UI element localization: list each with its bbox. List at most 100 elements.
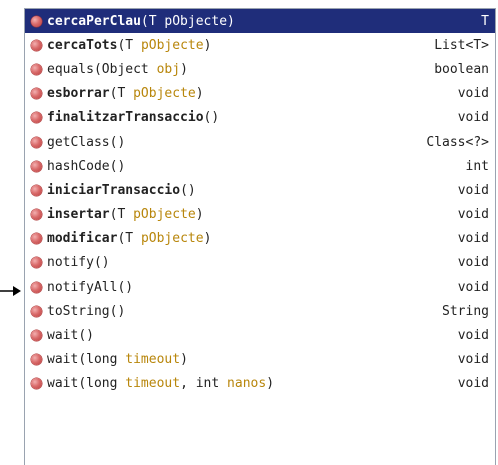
param-name: pObjecte — [140, 37, 204, 53]
paren-open: ( — [78, 376, 87, 392]
method-name: getClass — [47, 134, 110, 150]
method-signature: notify() — [47, 255, 458, 270]
paren-close: ) — [195, 86, 204, 102]
method-name: esborrar — [47, 86, 110, 102]
return-type: void — [457, 328, 489, 344]
completion-item-hashcode[interactable]: hashCode() int — [25, 154, 495, 178]
return-type: void — [457, 279, 489, 295]
code-completion-popup[interactable]: cercaPerClau(T pObjecte) TcercaTots(T pOb… — [24, 8, 496, 465]
method-signature: esborrar(T pObjecte) — [47, 86, 458, 101]
method-icon — [31, 257, 42, 269]
param-name: obj — [156, 61, 181, 77]
return-type: void — [457, 110, 489, 126]
method-name: cercaTots — [47, 37, 118, 53]
completion-item-finalitzartransaccio[interactable]: finalitzarTransaccio() void — [25, 106, 495, 130]
paren-open: ( — [78, 328, 87, 344]
paren-close: ) — [180, 61, 188, 77]
method-icon — [31, 136, 42, 148]
method-signature: insertar(T pObjecte) — [47, 207, 458, 222]
paren-open: ( — [78, 352, 87, 368]
method-name: insertar — [47, 207, 110, 223]
method-icon — [31, 112, 42, 124]
return-type: void — [457, 86, 489, 102]
paren-close: ) — [86, 328, 94, 344]
completion-item-cercaperclau[interactable]: cercaPerClau(T pObjecte) T — [25, 9, 495, 34]
completion-item-wait[interactable]: wait(long timeout, int nanos) void — [25, 372, 495, 396]
param-name: nanos — [227, 376, 267, 392]
param-type: int — [195, 376, 228, 392]
return-type: T — [481, 13, 489, 29]
method-icon — [31, 209, 42, 221]
completion-item-cercatots[interactable]: cercaTots(T pObjecte) List<T> — [25, 33, 495, 57]
paren-close: ) — [101, 255, 110, 271]
completion-item-wait[interactable]: wait(long timeout) void — [25, 348, 495, 372]
completion-item-modificar[interactable]: modificar(T pObjecte) void — [25, 227, 495, 251]
return-type: void — [457, 231, 489, 247]
return-type: int — [465, 158, 489, 174]
paren-close: ) — [125, 279, 134, 295]
method-icon — [31, 330, 42, 342]
method-name: wait — [47, 352, 79, 368]
return-type: Class<?> — [426, 134, 489, 150]
method-signature: finalitzarTransaccio() — [47, 110, 458, 125]
return-type: void — [457, 376, 489, 392]
paren-open: ( — [180, 182, 188, 198]
method-signature: notifyAll() — [47, 280, 458, 295]
method-icon — [31, 88, 42, 100]
method-signature: wait() — [47, 328, 458, 343]
param-type: T — [125, 231, 141, 247]
method-name: hashCode — [47, 158, 110, 174]
method-name: wait — [47, 376, 79, 392]
method-name: wait — [47, 328, 79, 344]
screenshot-stage: cercaPerClau(T pObjecte) TcercaTots(T pOb… — [0, 0, 498, 465]
paren-close: ) — [117, 158, 126, 174]
return-type: void — [457, 352, 489, 368]
return-type: void — [457, 182, 489, 198]
completion-item-tostring[interactable]: toString() String — [25, 299, 495, 323]
method-signature: cercaPerClau(T pObjecte) — [47, 14, 481, 29]
param-type: long — [86, 352, 126, 368]
param-name: timeout — [125, 352, 181, 368]
return-type: void — [457, 207, 489, 223]
param-name: pObjecte — [164, 13, 228, 29]
param-name: pObjecte — [140, 231, 204, 247]
completion-item-iniciartransaccio[interactable]: iniciarTransaccio() void — [25, 178, 495, 202]
paren-open: ( — [140, 13, 149, 29]
method-signature: getClass() — [47, 135, 426, 150]
completion-item-insertar[interactable]: insertar(T pObjecte) void — [25, 203, 495, 227]
completion-item-notify[interactable]: notify() void — [25, 251, 495, 275]
method-name: notifyAll — [47, 279, 118, 295]
method-name: notify — [47, 255, 94, 271]
paren-close: ) — [227, 13, 235, 29]
param-name: pObjecte — [133, 207, 196, 223]
method-icon — [31, 15, 42, 27]
param-type: Object — [101, 61, 157, 77]
method-name: finalitzarTransaccio — [47, 110, 204, 126]
completion-item-notifyall[interactable]: notifyAll() void — [25, 275, 495, 299]
method-icon — [31, 184, 42, 196]
completion-item-wait[interactable]: wait() void — [25, 323, 495, 347]
param-separator: , — [180, 376, 196, 392]
param-name: pObjecte — [133, 86, 196, 102]
paren-close: ) — [203, 37, 212, 53]
completion-item-equals[interactable]: equals(Object obj) boolean — [25, 57, 495, 81]
paren-close: ) — [117, 303, 126, 319]
method-signature: wait(long timeout, int nanos) — [47, 376, 458, 391]
method-signature: iniciarTransaccio() — [47, 183, 458, 198]
method-name: equals — [47, 61, 94, 77]
return-type: boolean — [434, 61, 489, 77]
completion-item-esborrar[interactable]: esborrar(T pObjecte) void — [25, 82, 495, 106]
paren-close: ) — [203, 231, 212, 247]
paren-close: ) — [211, 110, 220, 126]
paren-close: ) — [195, 207, 204, 223]
method-signature: hashCode() — [47, 159, 466, 174]
arrow-pointer-icon — [0, 286, 21, 296]
paren-open: ( — [93, 61, 102, 77]
param-type: long — [86, 376, 126, 392]
return-type: String — [442, 303, 489, 319]
method-signature: modificar(T pObjecte) — [47, 231, 458, 246]
param-type: T — [148, 13, 165, 29]
method-icon — [31, 39, 42, 51]
method-name: modificar — [47, 231, 118, 247]
completion-item-getclass[interactable]: getClass() Class<?> — [25, 130, 495, 154]
